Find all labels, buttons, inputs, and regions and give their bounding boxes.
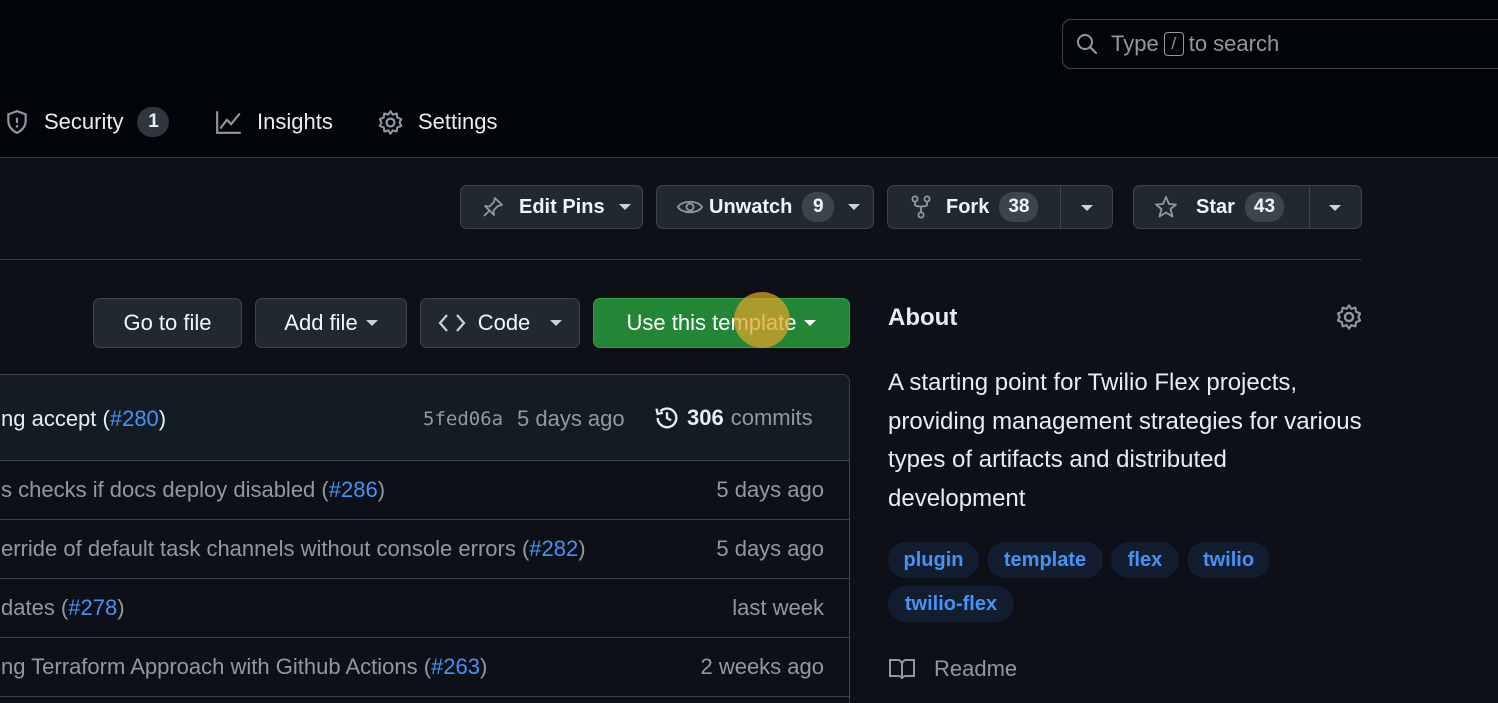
commit-text-end: ) [479,654,488,679]
go-to-file-button[interactable]: Go to file [93,298,242,348]
file-list-box: ng accept (#280) 5fed06a 5 days ago 306 … [0,374,850,703]
latest-commit-message[interactable]: ng accept (#280) [1,406,166,432]
fork-split-divider [1060,186,1061,228]
unwatch-label: Unwatch [709,195,793,218]
about-heading: About [888,304,958,331]
search-input[interactable]: Type / to search [1062,19,1498,69]
commits-history-link[interactable]: 306 commits [653,404,813,432]
eye-icon [677,200,703,214]
commit-text: s checks if docs deploy disabled ( [1,477,329,502]
topic-tag[interactable]: twilio-flex [888,586,1014,622]
unwatch-button[interactable]: Unwatch 9 [656,185,874,229]
graph-icon [216,111,241,134]
chevron-down-icon [618,204,631,210]
commit-text: ng Terraform Approach with Github Action… [1,654,432,679]
commit-message[interactable]: s checks if docs deploy disabled (#286) [1,477,385,503]
latest-commit-text-end: ) [158,406,167,431]
commit-message[interactable]: erride of default task channels without … [1,536,586,562]
pin-icon [483,197,503,217]
commit-text-end: ) [117,595,125,620]
list-item: s checks if docs deploy disabled (#286) … [0,461,849,520]
chevron-down-icon [804,320,817,326]
history-icon [655,407,678,429]
pr-link[interactable]: #278 [68,595,117,620]
search-prefix: Type [1111,31,1159,56]
go-to-file-label: Go to file [123,310,212,335]
commit-age: 5 days ago [716,477,824,502]
fork-label[interactable]: Fork [946,196,989,219]
gear-icon [378,109,403,135]
code-label: Code [477,310,531,335]
watchers-count: 9 [802,192,835,222]
list-item: ng Terraform Approach with Github Action… [0,638,849,697]
latest-commit-text: ng accept ( [1,406,110,431]
star-label[interactable]: Star [1196,196,1235,219]
topic-tag[interactable]: template [987,542,1103,578]
chevron-down-icon [365,320,378,326]
pr-link[interactable]: #282 [529,536,578,561]
tab-insights[interactable]: Insights [215,100,333,144]
fork-icon [911,195,931,219]
shield-icon [7,110,27,135]
repo-description: A starting point for Twilio Flex project… [888,369,1362,512]
forks-count: 38 [999,192,1039,222]
stars-count: 43 [1244,192,1285,222]
readme-link[interactable]: Readme [888,656,1017,682]
click-cursor-indicator [734,292,790,348]
latest-commit-header: ng accept (#280) 5fed06a 5 days ago 306 … [0,375,849,461]
tab-settings-label: Settings [418,109,498,134]
chevron-down-icon [848,204,861,210]
tab-settings[interactable]: Settings [377,100,498,144]
star-button-group: Star 43 [1133,185,1362,229]
topic-tag[interactable]: twilio [1187,542,1270,578]
about-settings-gear-icon[interactable] [1335,303,1363,331]
edit-pins-label: Edit Pins [519,195,605,218]
code-icon [438,314,466,332]
commit-sha[interactable]: 5fed06a [423,408,503,430]
tab-insights-label: Insights [257,109,333,134]
commit-age: 2 weeks ago [700,654,824,679]
latest-commit-age: 5 days ago [517,406,625,431]
list-item: dates (#278) last week [0,579,849,638]
readme-label: Readme [934,656,1018,681]
topic-tag[interactable]: flex [1111,542,1179,578]
commit-message[interactable]: dates (#278) [1,595,125,621]
pr-link[interactable]: #286 [329,477,378,502]
commit-count: 306 [687,405,724,430]
add-file-label: Add file [284,310,358,335]
search-suffix: to search [1188,31,1280,56]
tab-security-label: Security [44,109,124,134]
commits-label: commits [730,405,813,430]
pr-link[interactable]: #263 [431,654,480,679]
star-split-divider [1309,186,1310,228]
use-template-button[interactable]: Use this template [593,298,850,348]
fork-button-group: Fork 38 [887,185,1113,229]
edit-pins-button[interactable]: Edit Pins [460,185,643,229]
list-item: erride of default task channels without … [0,520,849,579]
commit-text-end: ) [578,536,586,561]
section-divider [0,259,1362,260]
add-file-button[interactable]: Add file [255,298,407,348]
commit-age: 5 days ago [716,536,824,561]
commit-message[interactable]: ng Terraform Approach with Github Action… [1,654,487,680]
search-shortcut-key: / [1163,32,1184,56]
commit-text: dates ( [1,595,69,620]
search-icon [1077,34,1098,55]
chevron-down-icon [550,320,563,326]
star-icon [1155,196,1177,218]
tab-security[interactable]: Security 1 [4,100,170,144]
commit-text: erride of default task channels without … [1,536,530,561]
repo-header: Type / to search Security 1 Insights Set… [0,0,1498,158]
commit-age: last week [732,595,824,620]
book-icon [889,659,915,680]
latest-commit-pr-link[interactable]: #280 [110,406,159,431]
topic-tag[interactable]: plugin [888,542,979,578]
fork-dropdown-chevron-icon[interactable] [1081,205,1093,211]
commit-text-end: ) [377,477,386,502]
code-button[interactable]: Code [420,298,580,348]
security-count-badge: 1 [137,107,170,137]
star-dropdown-chevron-icon[interactable] [1329,205,1341,211]
